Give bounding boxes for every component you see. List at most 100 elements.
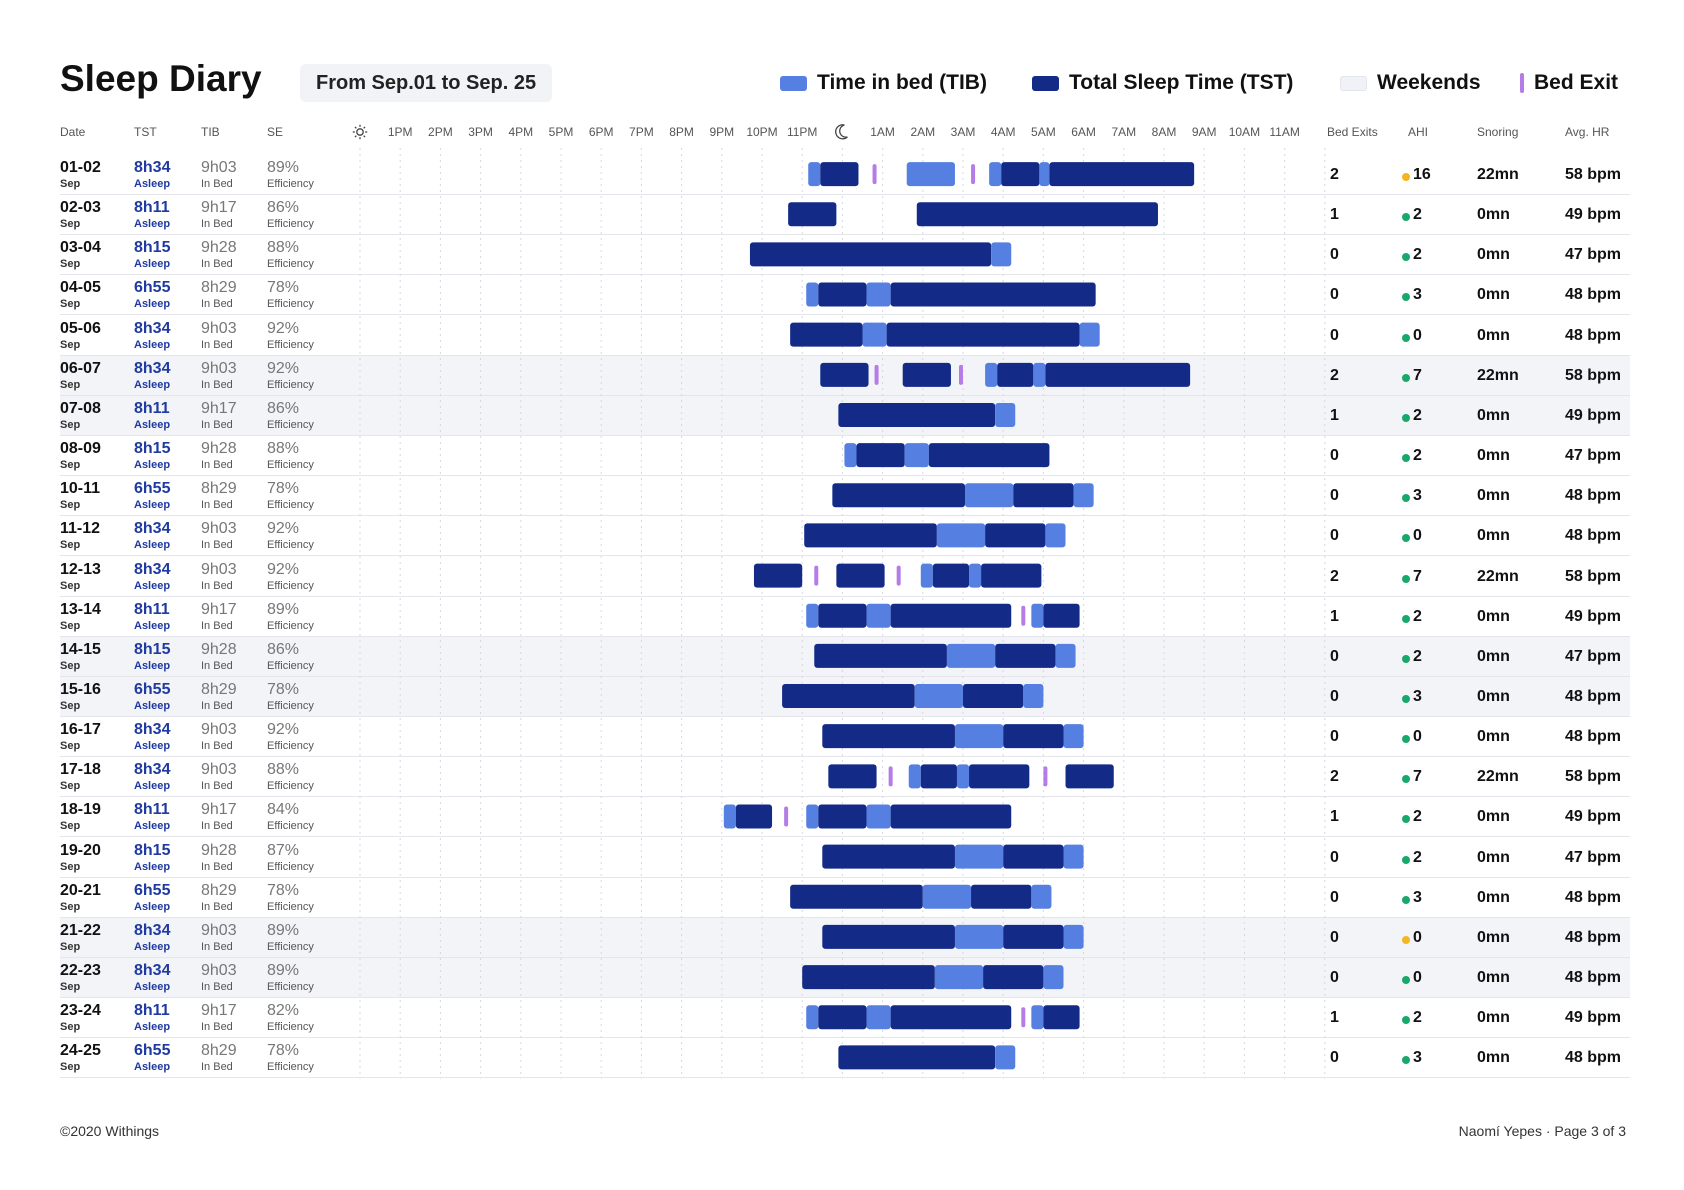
tst-bar bbox=[983, 965, 1044, 990]
tib-bar bbox=[954, 844, 1004, 869]
tib-bar bbox=[806, 282, 819, 307]
tib-bar bbox=[995, 402, 1016, 427]
tst-bar bbox=[928, 443, 1050, 468]
tst-bar bbox=[1043, 603, 1080, 628]
bed-exit-marker bbox=[872, 164, 877, 185]
tst-bar bbox=[818, 282, 867, 307]
tst-bar bbox=[735, 804, 773, 829]
tib-bar bbox=[844, 443, 857, 468]
tib-bar bbox=[954, 724, 1004, 749]
tib-bar bbox=[1031, 1005, 1044, 1030]
bed-exit-marker bbox=[814, 565, 819, 586]
tst-bar bbox=[822, 724, 955, 749]
tib-bar bbox=[969, 563, 982, 588]
bed-exit-marker bbox=[896, 565, 901, 586]
sleep-diary-page: Sleep Diary From Sep.01 to Sep. 25 Time … bbox=[0, 0, 1684, 1190]
tst-bar bbox=[902, 362, 951, 387]
tst-bar bbox=[1045, 362, 1191, 387]
tib-bar bbox=[1039, 162, 1050, 187]
tib-bar bbox=[965, 483, 1014, 508]
sun-icon bbox=[352, 124, 368, 140]
tib-bar bbox=[904, 443, 929, 468]
tib-bar bbox=[1045, 523, 1066, 548]
tib-bar bbox=[806, 1005, 819, 1030]
moon-icon bbox=[835, 124, 848, 140]
tib-bar bbox=[862, 322, 887, 347]
bed-exit-marker bbox=[958, 364, 963, 385]
tib-bar bbox=[934, 965, 984, 990]
sleep-timeline-chart bbox=[352, 124, 1326, 1079]
tst-bar bbox=[890, 804, 1012, 829]
tib-bar bbox=[936, 523, 986, 548]
tib-bar bbox=[1031, 603, 1044, 628]
bed-exit-marker bbox=[1021, 605, 1026, 626]
tst-bar bbox=[838, 1045, 996, 1070]
tst-bar bbox=[818, 1005, 867, 1030]
bed-exit-marker bbox=[784, 806, 789, 827]
tst-bar bbox=[981, 563, 1042, 588]
tib-bar bbox=[1055, 643, 1076, 668]
tib-bar bbox=[989, 162, 1002, 187]
tst-bar bbox=[820, 362, 869, 387]
tst-bar bbox=[828, 764, 877, 789]
tst-bar bbox=[856, 443, 905, 468]
tib-bar bbox=[1023, 684, 1044, 709]
tst-bar bbox=[1003, 924, 1064, 949]
tst-bar bbox=[1049, 162, 1195, 187]
bed-exit-marker bbox=[1043, 766, 1048, 787]
tst-bar bbox=[971, 884, 1032, 909]
tib-bar bbox=[995, 1045, 1016, 1070]
tst-bar bbox=[920, 764, 957, 789]
tib-bar bbox=[1063, 844, 1084, 869]
tst-bar bbox=[790, 884, 923, 909]
tib-bar bbox=[954, 924, 1004, 949]
bed-exit-marker bbox=[888, 766, 893, 787]
bed-exit-marker bbox=[971, 164, 976, 185]
tib-bar bbox=[1043, 965, 1064, 990]
tst-bar bbox=[932, 563, 970, 588]
tst-bar bbox=[916, 202, 1158, 227]
tib-bar bbox=[806, 603, 819, 628]
tst-bar bbox=[790, 322, 863, 347]
tst-bar bbox=[749, 242, 992, 267]
tst-bar bbox=[818, 603, 867, 628]
footer-copyright: ©2020 Withings bbox=[60, 1123, 160, 1139]
tst-bar bbox=[890, 1005, 1012, 1030]
tst-bar bbox=[802, 965, 935, 990]
tib-bar bbox=[914, 684, 963, 709]
tib-bar bbox=[723, 804, 736, 829]
tst-bar bbox=[814, 643, 947, 668]
tst-bar bbox=[1003, 844, 1064, 869]
tib-bar bbox=[866, 282, 891, 307]
tib-bar bbox=[922, 884, 972, 909]
tst-bar bbox=[782, 684, 915, 709]
tst-bar bbox=[822, 844, 955, 869]
tib-bar bbox=[1031, 884, 1052, 909]
tib-bar bbox=[808, 162, 821, 187]
tst-bar bbox=[818, 804, 867, 829]
tst-bar bbox=[1001, 162, 1040, 187]
tib-bar bbox=[991, 242, 1012, 267]
tib-bar bbox=[946, 643, 996, 668]
tst-bar bbox=[788, 202, 837, 227]
tst-bar bbox=[1013, 483, 1074, 508]
bed-exit-marker bbox=[874, 364, 879, 385]
tib-bar bbox=[1033, 362, 1046, 387]
tst-bar bbox=[886, 322, 1080, 347]
tst-bar bbox=[822, 924, 955, 949]
tst-bar bbox=[836, 563, 885, 588]
bed-exit-marker bbox=[1021, 1007, 1026, 1028]
tst-bar bbox=[985, 523, 1046, 548]
tib-bar bbox=[1063, 924, 1084, 949]
tib-bar bbox=[866, 603, 891, 628]
tib-bar bbox=[908, 764, 921, 789]
tst-bar bbox=[1065, 764, 1114, 789]
tst-bar bbox=[997, 362, 1034, 387]
tib-bar bbox=[985, 362, 998, 387]
tst-bar bbox=[753, 563, 803, 588]
tst-bar bbox=[838, 402, 996, 427]
tib-bar bbox=[956, 764, 970, 789]
tib-bar bbox=[1063, 724, 1084, 749]
tib-bar bbox=[866, 1005, 891, 1030]
tib-bar bbox=[866, 804, 891, 829]
